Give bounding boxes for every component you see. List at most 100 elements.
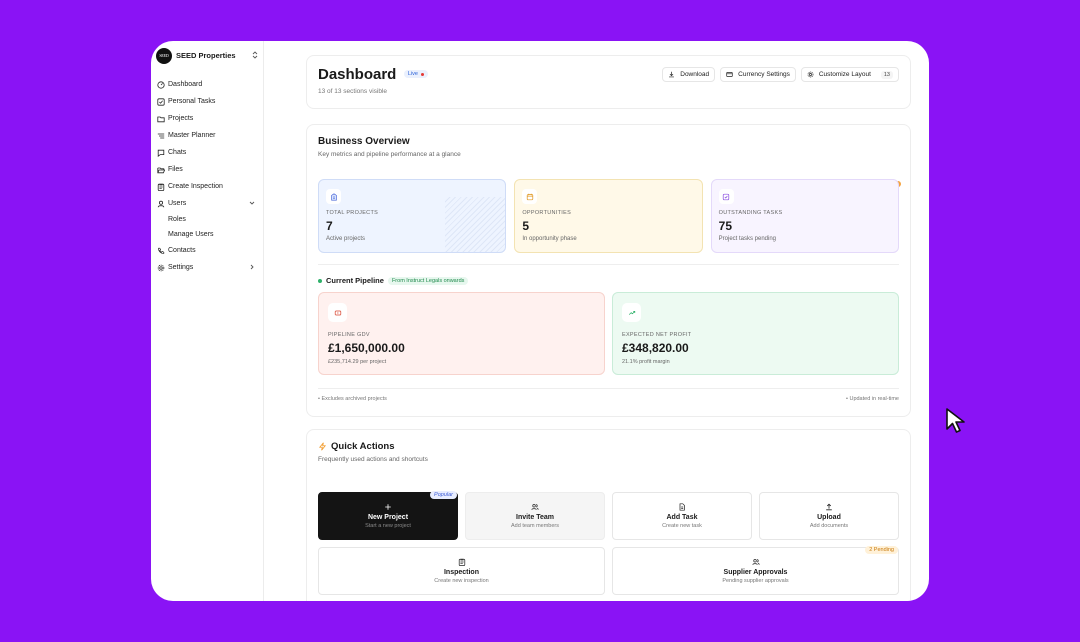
action-sub: Pending supplier approvals [722, 578, 789, 584]
stat-value: 75 [718, 219, 733, 233]
total-projects-card[interactable]: TOTAL PROJECTS 7 Active projects [318, 179, 507, 253]
business-overview-section: Business Overview Key metrics and pipeli… [306, 124, 911, 417]
sidebar-item-personal-tasks[interactable]: Personal Tasks [156, 93, 258, 110]
stat-label: OUTSTANDING TASKS [718, 210, 783, 216]
section-subtitle: Frequently used actions and shortcuts [318, 456, 428, 463]
sidebar-item-create-inspection[interactable]: Create Inspection [156, 178, 258, 195]
sidebar-item-label: Dashboard [168, 81, 203, 88]
folder-open-icon [156, 165, 165, 174]
inspection-button[interactable]: Inspection Create new inspection [318, 547, 605, 595]
download-icon [669, 71, 675, 78]
pipeline-desc: 21.1% profit margin [622, 359, 670, 365]
sidebar-item-users[interactable]: Users [156, 195, 258, 212]
sidebar: SEED SEED Properties Dashboard Personal … [151, 41, 264, 601]
folder-icon [156, 114, 165, 123]
pipeline-label: PIPELINE GDV [328, 332, 370, 338]
sidebar-item-label: Users [168, 200, 187, 207]
building-icon [326, 189, 341, 204]
clipboard-icon [156, 182, 165, 191]
action-sub: Create new inspection [434, 578, 489, 584]
pipeline-desc: £235,714.29 per project [328, 359, 387, 365]
task-icon [718, 189, 734, 204]
sidebar-item-projects[interactable]: Projects [156, 110, 258, 127]
stat-desc: Project tasks pending [718, 236, 777, 242]
opportunities-card[interactable]: OPPORTUNITIES 5 In opportunity phase [514, 179, 703, 253]
outstanding-tasks-card[interactable]: OUTSTANDING TASKS 75 Project tasks pendi… [710, 179, 899, 253]
divider [318, 264, 899, 265]
section-subtitle: Key metrics and pipeline performance at … [318, 151, 461, 158]
pipeline-badge: From Instruct Legals onwards [387, 276, 469, 285]
action-label: Supplier Approvals [723, 569, 788, 576]
footer-note-left: • Excludes archived projects [318, 396, 387, 402]
users-icon [751, 559, 760, 565]
popular-tag: Popular [430, 491, 457, 499]
video-icon [328, 303, 347, 322]
lightning-icon [318, 442, 327, 451]
upload-icon [826, 503, 832, 511]
page-title: Dashboard [318, 66, 397, 83]
sidebar-item-label: Personal Tasks [168, 98, 216, 105]
customize-layout-button[interactable]: Customize Layout 13 [800, 67, 899, 82]
expected-net-profit-card[interactable]: EXPECTED NET PROFIT £348,820.00 21.1% pr… [612, 292, 899, 375]
chevron-right-icon[interactable] [249, 264, 255, 272]
list-icon [156, 131, 165, 140]
new-project-button[interactable]: Popular New Project Start a new project [318, 491, 458, 540]
card-icon [726, 72, 733, 77]
upload-button[interactable]: Upload Add documents [759, 492, 899, 540]
sidebar-item-chats[interactable]: Chats [156, 144, 258, 161]
dashboard-icon [156, 80, 165, 89]
action-label: New Project [367, 514, 409, 521]
sidebar-item-label: Master Planner [168, 132, 216, 139]
sidebar-item-contacts[interactable]: Contacts [156, 242, 258, 259]
sidebar-subitem-manage-users[interactable]: Manage Users [156, 227, 258, 242]
trending-up-icon [622, 303, 641, 322]
sidebar-item-label: Settings [168, 264, 194, 271]
live-dot-icon [420, 72, 424, 76]
brand-switcher[interactable]: SEED SEED Properties [156, 47, 258, 64]
chevron-down-icon[interactable] [249, 200, 255, 208]
sidebar-subitem-roles[interactable]: Roles [156, 212, 258, 227]
section-title: Quick Actions [331, 441, 395, 452]
sidebar-item-dashboard[interactable]: Dashboard [156, 76, 258, 93]
sidebar-item-master-planner[interactable]: Master Planner [156, 127, 258, 144]
section-title: Business Overview [318, 136, 410, 147]
pipeline-value: £348,820.00 [622, 341, 689, 355]
action-sub: Start a new project [365, 523, 411, 529]
currency-settings-label: Currency Settings [738, 71, 790, 78]
add-task-button[interactable]: Add Task Create new task [612, 492, 752, 540]
layout-count-badge: 13 [880, 70, 893, 79]
chevron-up-down-icon[interactable] [252, 50, 258, 61]
action-sub: Add team members [511, 523, 559, 529]
gear-icon [807, 71, 814, 78]
brand-logo: SEED [156, 47, 172, 64]
action-label: Invite Team [516, 514, 554, 521]
sidebar-item-label: Contacts [168, 247, 196, 254]
stat-value: 5 [522, 219, 530, 233]
customize-layout-label: Customize Layout [818, 71, 871, 78]
pipeline-label: EXPECTED NET PROFIT [622, 332, 692, 338]
pipeline-status-dot [318, 278, 322, 283]
quick-actions-section: Quick Actions Frequently used actions an… [306, 429, 911, 601]
chat-icon [156, 148, 165, 157]
action-sub: Create new task [662, 523, 702, 529]
download-button[interactable]: Download [662, 67, 716, 82]
live-badge-label: Live [407, 71, 418, 77]
sidebar-item-label: Files [168, 166, 183, 173]
supplier-approvals-button[interactable]: 2 Pending Supplier Approvals Pending sup… [612, 546, 899, 595]
check-square-icon [156, 97, 165, 106]
live-badge: Live [403, 70, 428, 78]
action-label: Add Task [666, 514, 698, 521]
plus-icon [385, 504, 391, 510]
sidebar-item-files[interactable]: Files [156, 161, 258, 178]
sidebar-item-settings[interactable]: Settings [156, 259, 258, 276]
file-icon [679, 503, 685, 511]
invite-team-button[interactable]: Invite Team Add team members [465, 492, 605, 540]
currency-settings-button[interactable]: Currency Settings [720, 67, 796, 82]
pipeline-value: £1,650,000.00 [328, 341, 405, 355]
pipeline-gdv-card[interactable]: PIPELINE GDV £1,650,000.00 £235,714.29 p… [318, 292, 605, 375]
gear-icon [156, 263, 165, 272]
action-sub: Add documents [809, 523, 849, 529]
brand-name: SEED Properties [176, 51, 236, 60]
stat-label: OPPORTUNITIES [522, 210, 572, 216]
sidebar-item-label: Chats [168, 149, 187, 156]
